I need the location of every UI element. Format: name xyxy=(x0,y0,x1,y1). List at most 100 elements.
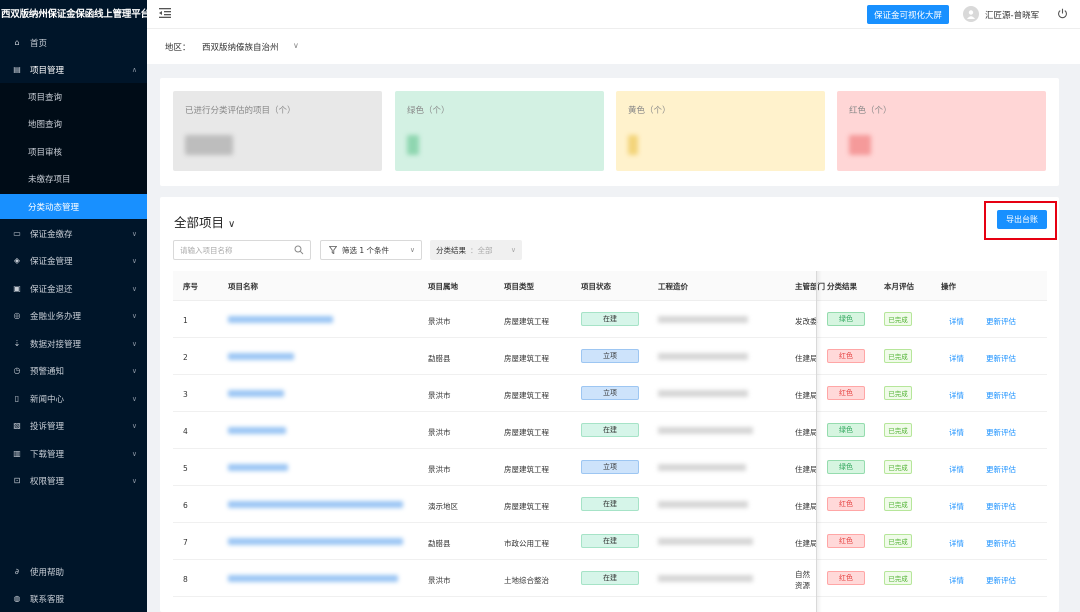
sidebar-item-label: 预警通知 xyxy=(30,366,65,377)
update-eval-link[interactable]: 更新评估 xyxy=(986,427,1016,438)
chevron-down-icon[interactable]: ∨ xyxy=(293,41,299,50)
search-box[interactable] xyxy=(173,240,311,260)
update-eval-link[interactable]: 更新评估 xyxy=(986,575,1016,586)
project-name-link-hidden[interactable] xyxy=(228,538,403,545)
project-cost-hidden xyxy=(658,390,748,397)
result-badge: 红色 xyxy=(827,497,865,511)
sidebar-item[interactable]: ▭ 保证金缴存 ∨ xyxy=(0,220,147,247)
detail-link[interactable]: 详情 xyxy=(949,538,964,549)
detail-link[interactable]: 详情 xyxy=(949,316,964,327)
table-row[interactable]: 7 勐腊县 市政公用工程 在建 住建局 红色 已完成 详情 更新评估 xyxy=(173,523,1047,560)
project-name-link-hidden[interactable] xyxy=(228,316,333,323)
stat-value-hidden xyxy=(628,135,638,155)
export-ledger-button[interactable]: 导出台账 xyxy=(997,210,1047,229)
stat-label: 黄色（个） xyxy=(628,106,671,116)
column-header: 项目名称 xyxy=(228,282,258,291)
filter-dropdown[interactable]: 筛选 1 个条件 ∨ xyxy=(320,240,422,260)
sidebar-subitem[interactable]: 未缴存项目 xyxy=(0,166,147,191)
project-name-link-hidden[interactable] xyxy=(228,501,403,508)
detail-link[interactable]: 详情 xyxy=(949,575,964,586)
table-row[interactable]: 3 景洪市 房屋建筑工程 立项 住建局 红色 已完成 详情 更新评估 xyxy=(173,375,1047,412)
sidebar-subitem[interactable]: 地图查询 xyxy=(0,111,147,136)
project-cost-hidden xyxy=(658,575,753,582)
username[interactable]: 汇匠源-曾晓军 xyxy=(985,9,1039,21)
stat-value-hidden xyxy=(407,135,419,155)
project-type: 房屋建筑工程 xyxy=(504,317,549,326)
sidebar-item-label: 使用帮助 xyxy=(30,567,65,578)
update-eval-link[interactable]: 更新评估 xyxy=(986,353,1016,364)
row-number: 8 xyxy=(183,575,188,584)
sidebar-item[interactable]: ⊡ 权限管理 ∨ xyxy=(0,467,147,494)
filter-icon xyxy=(329,246,337,254)
update-eval-link[interactable]: 更新评估 xyxy=(986,464,1016,475)
search-input[interactable] xyxy=(174,241,284,259)
sidebar-item-label: 保证金管理 xyxy=(30,256,73,267)
project-cost-hidden xyxy=(658,464,746,471)
sidebar-item[interactable]: ▤ 项目管理 ∧ xyxy=(0,56,147,83)
sidebar-item[interactable]: ▧ 投诉管理 ∨ xyxy=(0,412,147,439)
project-name-link-hidden[interactable] xyxy=(228,575,398,582)
column-header: 主管部门 xyxy=(795,282,825,291)
sidebar-item[interactable]: ◎ 金融业务办理 ∨ xyxy=(0,302,147,329)
filter-label: 筛选 1 个条件 xyxy=(342,245,390,255)
update-eval-link[interactable]: 更新评估 xyxy=(986,501,1016,512)
result-badge: 绿色 xyxy=(827,312,865,326)
project-name-link-hidden[interactable] xyxy=(228,464,288,471)
sidebar-item-label: 项目管理 xyxy=(30,65,65,76)
monthly-eval-badge: 已完成 xyxy=(884,423,912,437)
dept-name: 住建局 xyxy=(795,539,818,548)
result-badge: 红色 xyxy=(827,349,865,363)
detail-link[interactable]: 详情 xyxy=(949,464,964,475)
sidebar-item-label: 首页 xyxy=(30,38,48,49)
detail-link[interactable]: 详情 xyxy=(949,501,964,512)
sidebar-subitem[interactable]: 项目审核 xyxy=(0,139,147,164)
sidebar-item[interactable]: ⇣ 数据对接管理 ∨ xyxy=(0,330,147,357)
dept-name: 自然资源局 xyxy=(795,570,810,590)
complaint-icon: ▧ xyxy=(13,421,21,430)
table-row[interactable]: 5 景洪市 房屋建筑工程 立项 住建局 绿色 已完成 详情 更新评估 xyxy=(173,449,1047,486)
detail-link[interactable]: 详情 xyxy=(949,427,964,438)
sidebar-item[interactable]: ⌂ 首页 xyxy=(0,29,147,56)
class-result-select[interactable]: 分类结果 ：全部 ∨ xyxy=(430,240,522,260)
dept-name: 住建局 xyxy=(795,465,818,474)
sidebar-subitem[interactable]: 分类动态管理 xyxy=(0,194,147,219)
project-name-link-hidden[interactable] xyxy=(228,390,284,397)
table-row[interactable]: 2 勐腊县 房屋建筑工程 立项 住建局 红色 已完成 详情 更新评估 xyxy=(173,338,1047,375)
visual-screen-button[interactable]: 保证金可视化大屏 xyxy=(867,5,949,24)
table-row[interactable]: 6 演示地区 房屋建筑工程 在建 住建局 红色 已完成 详情 更新评估 xyxy=(173,486,1047,523)
sidebar-item[interactable]: ▥ 下载管理 ∨ xyxy=(0,440,147,467)
detail-link[interactable]: 详情 xyxy=(949,353,964,364)
update-eval-link[interactable]: 更新评估 xyxy=(986,390,1016,401)
menu-fold-icon[interactable] xyxy=(159,8,171,18)
sidebar-item[interactable]: ∂ 使用帮助 xyxy=(0,558,147,585)
sidebar-item[interactable]: ▣ 保证金退还 ∨ xyxy=(0,275,147,302)
update-eval-link[interactable]: 更新评估 xyxy=(986,538,1016,549)
region-select[interactable]: 西双版纳傣族自治州 xyxy=(202,41,279,53)
monthly-eval-badge: 已完成 xyxy=(884,460,912,474)
project-type: 房屋建筑工程 xyxy=(504,465,549,474)
table-row[interactable]: 8 景洪市 土地综合整治 在建 自然资源局 红色 已完成 详情 更新评估 xyxy=(173,560,1047,597)
search-icon[interactable] xyxy=(294,245,304,255)
stat-value-hidden xyxy=(849,135,871,155)
sidebar-item[interactable]: ▯ 新闻中心 ∨ xyxy=(0,385,147,412)
sidebar-item[interactable]: ◍ 联系客服 xyxy=(0,585,147,612)
table-row[interactable]: 4 景洪市 房屋建筑工程 在建 住建局 绿色 已完成 详情 更新评估 xyxy=(173,412,1047,449)
chevron-down-icon: ∨ xyxy=(228,219,236,230)
project-name-link-hidden[interactable] xyxy=(228,427,286,434)
panel-title[interactable]: 全部项目 ∨ xyxy=(174,212,235,231)
status-badge: 在建 xyxy=(581,534,639,548)
sidebar-subitem[interactable]: 项目查询 xyxy=(0,84,147,109)
chevron-down-icon: ∨ xyxy=(131,311,137,320)
table-row[interactable]: 1 景洪市 房屋建筑工程 在建 发改委 绿色 已完成 详情 更新评估 xyxy=(173,301,1047,338)
avatar[interactable] xyxy=(963,6,979,22)
update-eval-link[interactable]: 更新评估 xyxy=(986,316,1016,327)
sidebar-item[interactable]: ◈ 保证金管理 ∨ xyxy=(0,247,147,274)
power-icon[interactable] xyxy=(1057,8,1068,19)
stat-card-green: 绿色（个） xyxy=(395,91,604,171)
sidebar-item[interactable]: ◷ 预警通知 ∨ xyxy=(0,357,147,384)
dept-name: 住建局 xyxy=(795,428,818,437)
deposit-icon: ▭ xyxy=(13,229,21,238)
project-name-link-hidden[interactable] xyxy=(228,353,294,360)
column-header: 序号 xyxy=(183,282,198,291)
detail-link[interactable]: 详情 xyxy=(949,390,964,401)
